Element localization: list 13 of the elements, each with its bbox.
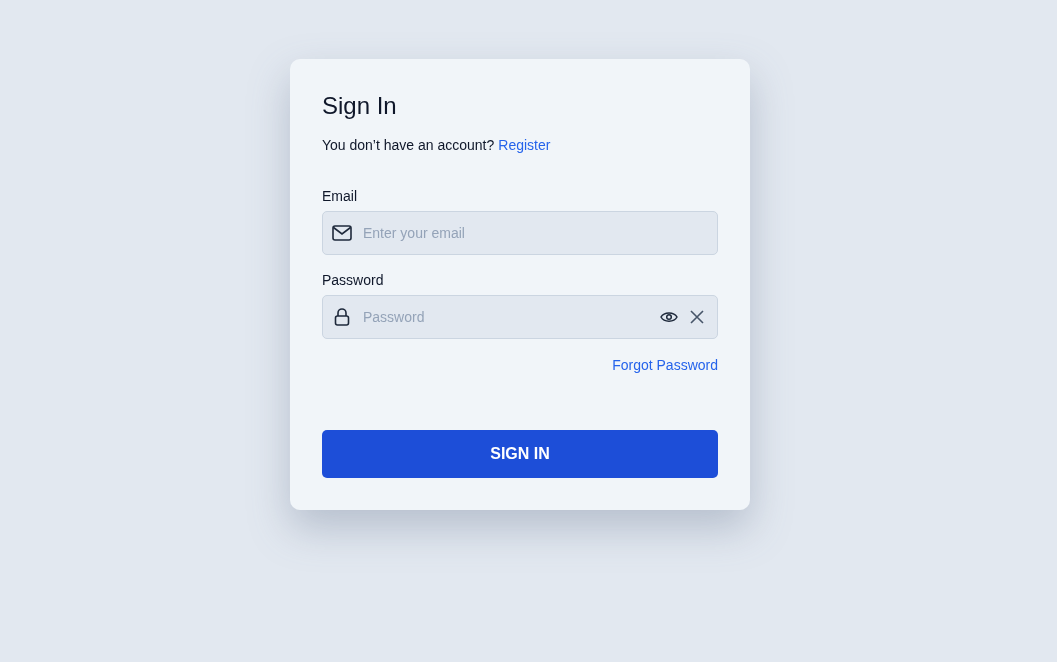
field-label: Password <box>322 271 385 289</box>
clear-icon[interactable] <box>690 310 704 324</box>
email-field[interactable]: Enter your email <box>322 211 718 255</box>
eye-icon[interactable] <box>660 311 678 323</box>
password-field[interactable]: Password <box>322 295 718 339</box>
lock-icon <box>334 308 350 326</box>
field-label: Email <box>322 187 358 205</box>
sign-in-button[interactable]: SIGN IN <box>322 430 718 478</box>
envelope-icon <box>332 225 352 241</box>
form-title: Sign In <box>322 91 398 121</box>
forgot-password-link[interactable]: Forgot Password <box>612 356 718 374</box>
register-link[interactable]: Register <box>498 135 551 155</box>
register-prompt: You don’t have an account? <box>322 136 495 155</box>
